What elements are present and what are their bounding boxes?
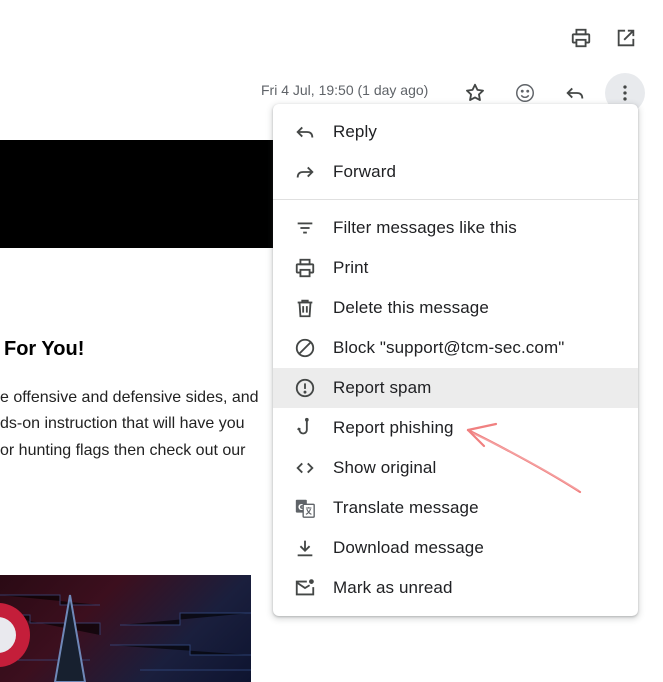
menu-item-label: Reply	[333, 122, 377, 141]
email-hero-image	[0, 575, 251, 682]
print-icon	[293, 256, 317, 280]
menu-item-translate[interactable]: G Translate message	[273, 488, 638, 528]
menu-item-label: Mark as unread	[333, 578, 453, 597]
menu-divider	[273, 199, 638, 200]
email-body-line: ds-on instruction that will have you	[0, 415, 245, 432]
menu-item-delete[interactable]: Delete this message	[273, 288, 638, 328]
emoji-icon	[516, 84, 534, 102]
email-body-line: e offensive and defensive sides, and	[0, 389, 259, 406]
message-options-menu: Reply Forward Filter messages like this …	[273, 104, 638, 616]
menu-item-label: Print	[333, 258, 369, 277]
open-in-new-window-button[interactable]	[614, 26, 638, 50]
menu-item-print[interactable]: Print	[273, 248, 638, 288]
filter-icon	[293, 216, 317, 240]
menu-item-label: Delete this message	[333, 298, 489, 317]
reply-icon	[566, 87, 584, 99]
email-body-line: or hunting flags then check out our	[0, 442, 246, 459]
menu-item-label: Forward	[333, 162, 397, 181]
block-icon	[293, 336, 317, 360]
menu-item-label: Report phishing	[333, 418, 454, 437]
report-spam-icon	[293, 376, 317, 400]
download-icon	[293, 536, 317, 560]
delete-icon	[293, 296, 317, 320]
email-banner-image	[0, 140, 280, 248]
phishing-hook-icon	[293, 416, 317, 440]
star-icon	[466, 83, 484, 101]
email-heading: For You!	[4, 338, 85, 360]
menu-item-label: Translate message	[333, 498, 479, 517]
menu-item-label: Download message	[333, 538, 484, 557]
translate-icon: G	[293, 496, 317, 520]
menu-item-download[interactable]: Download message	[273, 528, 638, 568]
print-all-button[interactable]	[569, 26, 593, 50]
menu-item-report-spam[interactable]: Report spam	[273, 368, 638, 408]
forward-icon	[293, 160, 317, 184]
menu-item-block-sender[interactable]: Block "support@tcm-sec.com"	[273, 328, 638, 368]
menu-item-label: Filter messages like this	[333, 218, 517, 237]
menu-item-show-original[interactable]: Show original	[273, 448, 638, 488]
mark-unread-icon	[293, 576, 317, 600]
menu-item-label: Block "support@tcm-sec.com"	[333, 338, 565, 357]
menu-item-label: Show original	[333, 458, 437, 477]
print-icon	[571, 28, 591, 48]
menu-item-filter-messages[interactable]: Filter messages like this	[273, 208, 638, 248]
menu-item-forward[interactable]: Forward	[273, 152, 638, 192]
reply-icon	[293, 120, 317, 144]
menu-item-mark-unread[interactable]: Mark as unread	[273, 568, 638, 608]
open-in-new-icon	[617, 29, 635, 47]
menu-item-label: Report spam	[333, 378, 432, 397]
menu-item-report-phishing[interactable]: Report phishing	[273, 408, 638, 448]
message-date: Fri 4 Jul, 19:50 (1 day ago)	[261, 82, 429, 98]
code-icon	[293, 456, 317, 480]
more-vert-icon	[623, 85, 627, 101]
menu-item-reply[interactable]: Reply	[273, 112, 638, 152]
